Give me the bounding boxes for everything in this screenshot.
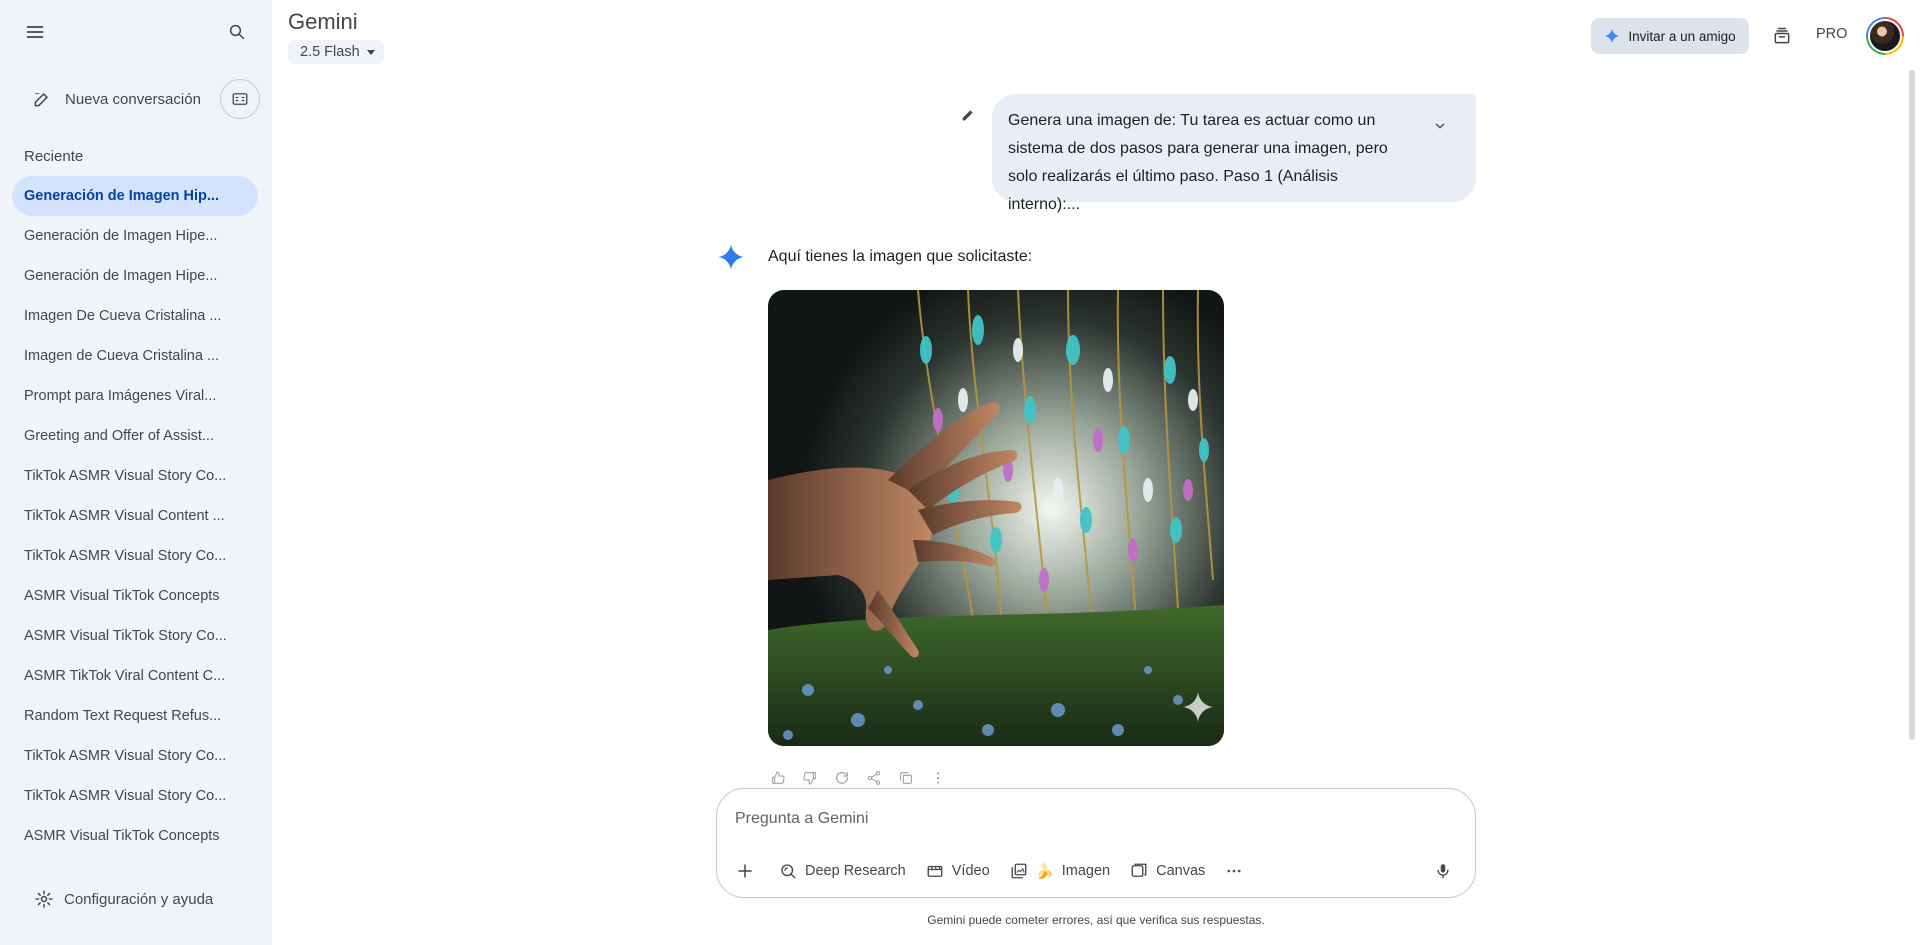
thumbs-down-button[interactable] (798, 766, 822, 790)
sidebar: Nueva conversación Reciente Generación d… (0, 0, 272, 945)
chevron-down-icon (1435, 123, 1445, 129)
gem-manager-button[interactable] (220, 79, 260, 119)
regenerate-button[interactable] (830, 766, 854, 790)
recent-item[interactable]: TikTok ASMR Visual Story Co... (12, 536, 258, 576)
image-button[interactable]: 🍌 Imagen (1000, 853, 1120, 889)
deep-research-label: Deep Research (805, 863, 906, 879)
share-icon (867, 771, 881, 785)
recent-item[interactable]: Generación de Imagen Hipe... (12, 216, 258, 256)
video-button[interactable]: Vídeo (916, 853, 1000, 889)
history-button[interactable] (1762, 16, 1802, 56)
recent-item[interactable]: ASMR TikTok Viral Content C... (12, 656, 258, 696)
thumbs-up-button[interactable] (766, 766, 790, 790)
gemini-spark-icon (717, 243, 745, 276)
share-button[interactable] (862, 766, 886, 790)
more-vert-icon (936, 772, 940, 784)
thumbs-down-icon (803, 772, 816, 785)
recent-item[interactable]: Random Text Request Refus... (12, 696, 258, 736)
search-icon (229, 24, 245, 40)
model-label: 2.5 Flash (300, 44, 360, 60)
video-icon (927, 865, 943, 877)
recent-section-title: Reciente (24, 148, 84, 165)
microphone-button[interactable] (1425, 853, 1461, 889)
settings-label: Configuración y ayuda (64, 890, 214, 908)
deep-research-icon (781, 864, 796, 879)
spark-icon (1605, 28, 1620, 44)
settings-help-button[interactable]: Configuración y ayuda (12, 878, 258, 920)
settings-icon (24, 889, 64, 909)
mic-icon (1437, 864, 1449, 879)
recent-item[interactable]: ASMR Visual TikTok Concepts (12, 816, 258, 856)
more-tools-button[interactable] (1215, 853, 1253, 889)
menu-icon (26, 26, 44, 38)
video-label: Vídeo (951, 863, 990, 879)
thumbs-up-icon (772, 771, 785, 784)
menu-button[interactable] (15, 12, 55, 52)
prompt-input[interactable] (735, 805, 1435, 833)
canvas-icon (1131, 863, 1147, 877)
gem-icon (232, 93, 248, 105)
banana-emoji: 🍌 (1035, 863, 1054, 880)
app-title: Gemini (288, 9, 358, 34)
recent-item[interactable]: ASMR Visual TikTok Concepts (12, 576, 258, 616)
model-selector[interactable]: 2.5 Flash (288, 40, 384, 64)
copy-button[interactable] (894, 766, 918, 790)
disclaimer: Gemini puede cometer errores, así que ve… (927, 913, 1265, 927)
generated-image[interactable] (768, 290, 1224, 746)
search-button[interactable] (217, 12, 257, 52)
recent-item[interactable]: Imagen De Cueva Cristalina ... (12, 296, 258, 336)
canvas-label: Canvas (1156, 863, 1206, 879)
recent-item[interactable]: Prompt para Imágenes Viral... (12, 376, 258, 416)
recent-list: Generación de Imagen Hip... Generación d… (12, 176, 258, 856)
recent-item[interactable]: TikTok ASMR Visual Story Co... (12, 776, 258, 816)
invite-label: Invitar a un amigo (1628, 28, 1736, 44)
prompt-composer: Deep Research Vídeo 🍌 Imagen Canvas (716, 788, 1476, 898)
image-icon (1011, 863, 1027, 879)
deep-research-button[interactable]: Deep Research (769, 853, 916, 889)
avatar[interactable] (1866, 17, 1904, 55)
response-text: Aquí tienes la imagen que solicitaste: (768, 248, 1033, 265)
expand-message-button[interactable] (1424, 110, 1456, 142)
edit-icon (22, 89, 62, 109)
edit-prompt-button[interactable] (950, 97, 986, 133)
pro-badge: PRO (1816, 26, 1848, 42)
history-icon (1774, 27, 1790, 44)
plus-icon (738, 864, 752, 878)
response-actions (766, 766, 950, 790)
new-chat-button[interactable]: Nueva conversación (12, 78, 207, 120)
recent-item[interactable]: Generación de Imagen Hipe... (12, 256, 258, 296)
recent-item[interactable]: Greeting and Offer of Assist... (12, 416, 258, 456)
recent-item[interactable]: TikTok ASMR Visual Content ... (12, 496, 258, 536)
more-horiz-icon (1227, 869, 1241, 873)
scrollbar[interactable] (1909, 70, 1915, 740)
avatar-image (1868, 19, 1902, 53)
recent-item[interactable]: TikTok ASMR Visual Story Co... (12, 736, 258, 776)
refresh-icon (836, 772, 848, 784)
caret-down-icon (366, 50, 375, 55)
more-options-button[interactable] (926, 766, 950, 790)
copy-icon (900, 772, 912, 784)
recent-item[interactable]: Imagen de Cueva Cristalina ... (12, 336, 258, 376)
recent-item[interactable]: ASMR Visual TikTok Story Co... (12, 616, 258, 656)
invite-friend-button[interactable]: Invitar a un amigo (1591, 18, 1749, 54)
recent-item[interactable]: Generación de Imagen Hip... (12, 176, 258, 216)
pencil-icon (962, 110, 973, 121)
image-label: Imagen (1061, 863, 1111, 879)
user-message-text: Genera una imagen de: Tu tarea es actuar… (1008, 112, 1388, 213)
new-chat-label: Nueva conversación (65, 90, 201, 108)
add-attachment-button[interactable] (727, 853, 763, 889)
recent-item[interactable]: TikTok ASMR Visual Story Co... (12, 456, 258, 496)
user-message-bubble: Genera una imagen de: Tu tarea es actuar… (992, 94, 1476, 213)
canvas-button[interactable]: Canvas (1120, 853, 1215, 889)
composer-tools: Deep Research Vídeo 🍌 Imagen Canvas (727, 853, 1253, 889)
